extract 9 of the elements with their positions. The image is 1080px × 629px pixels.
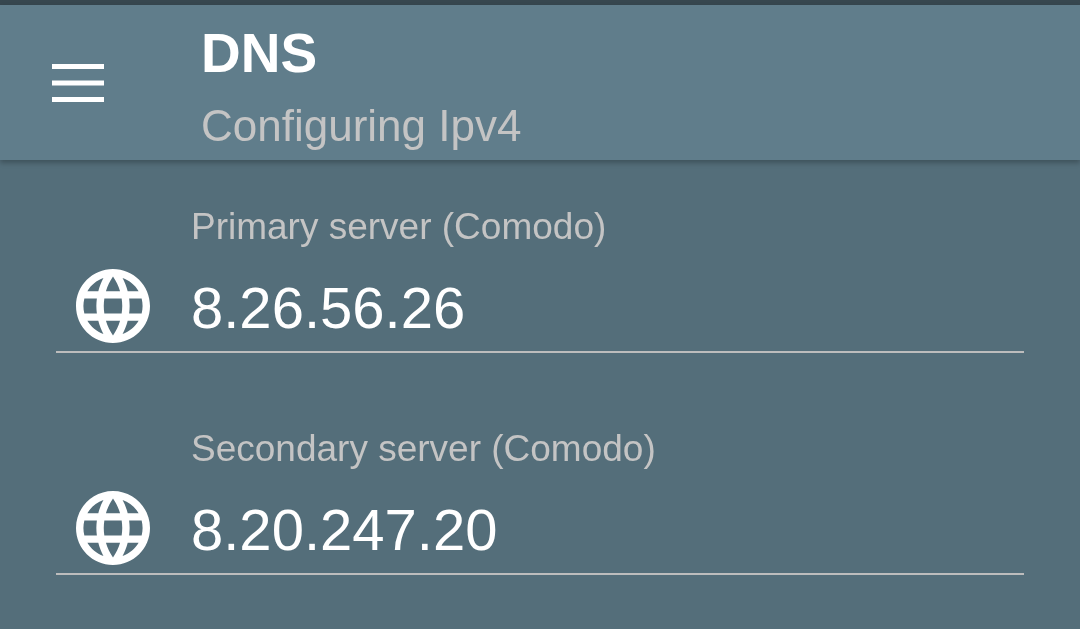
- globe-icon: [76, 269, 150, 343]
- field-label: Secondary server (Comodo): [191, 427, 657, 471]
- text-input[interactable]: 8.26.56.26: [191, 272, 1024, 342]
- menu-icon: [52, 63, 104, 102]
- app-bar-subtitle: Configuring Ipv4: [201, 99, 522, 152]
- field-label: Primary server (Comodo): [191, 205, 608, 249]
- globe-icon: [76, 491, 150, 565]
- app-bar-title: DNS: [201, 21, 319, 84]
- text-input[interactable]: 8.20.247.20: [191, 494, 1024, 564]
